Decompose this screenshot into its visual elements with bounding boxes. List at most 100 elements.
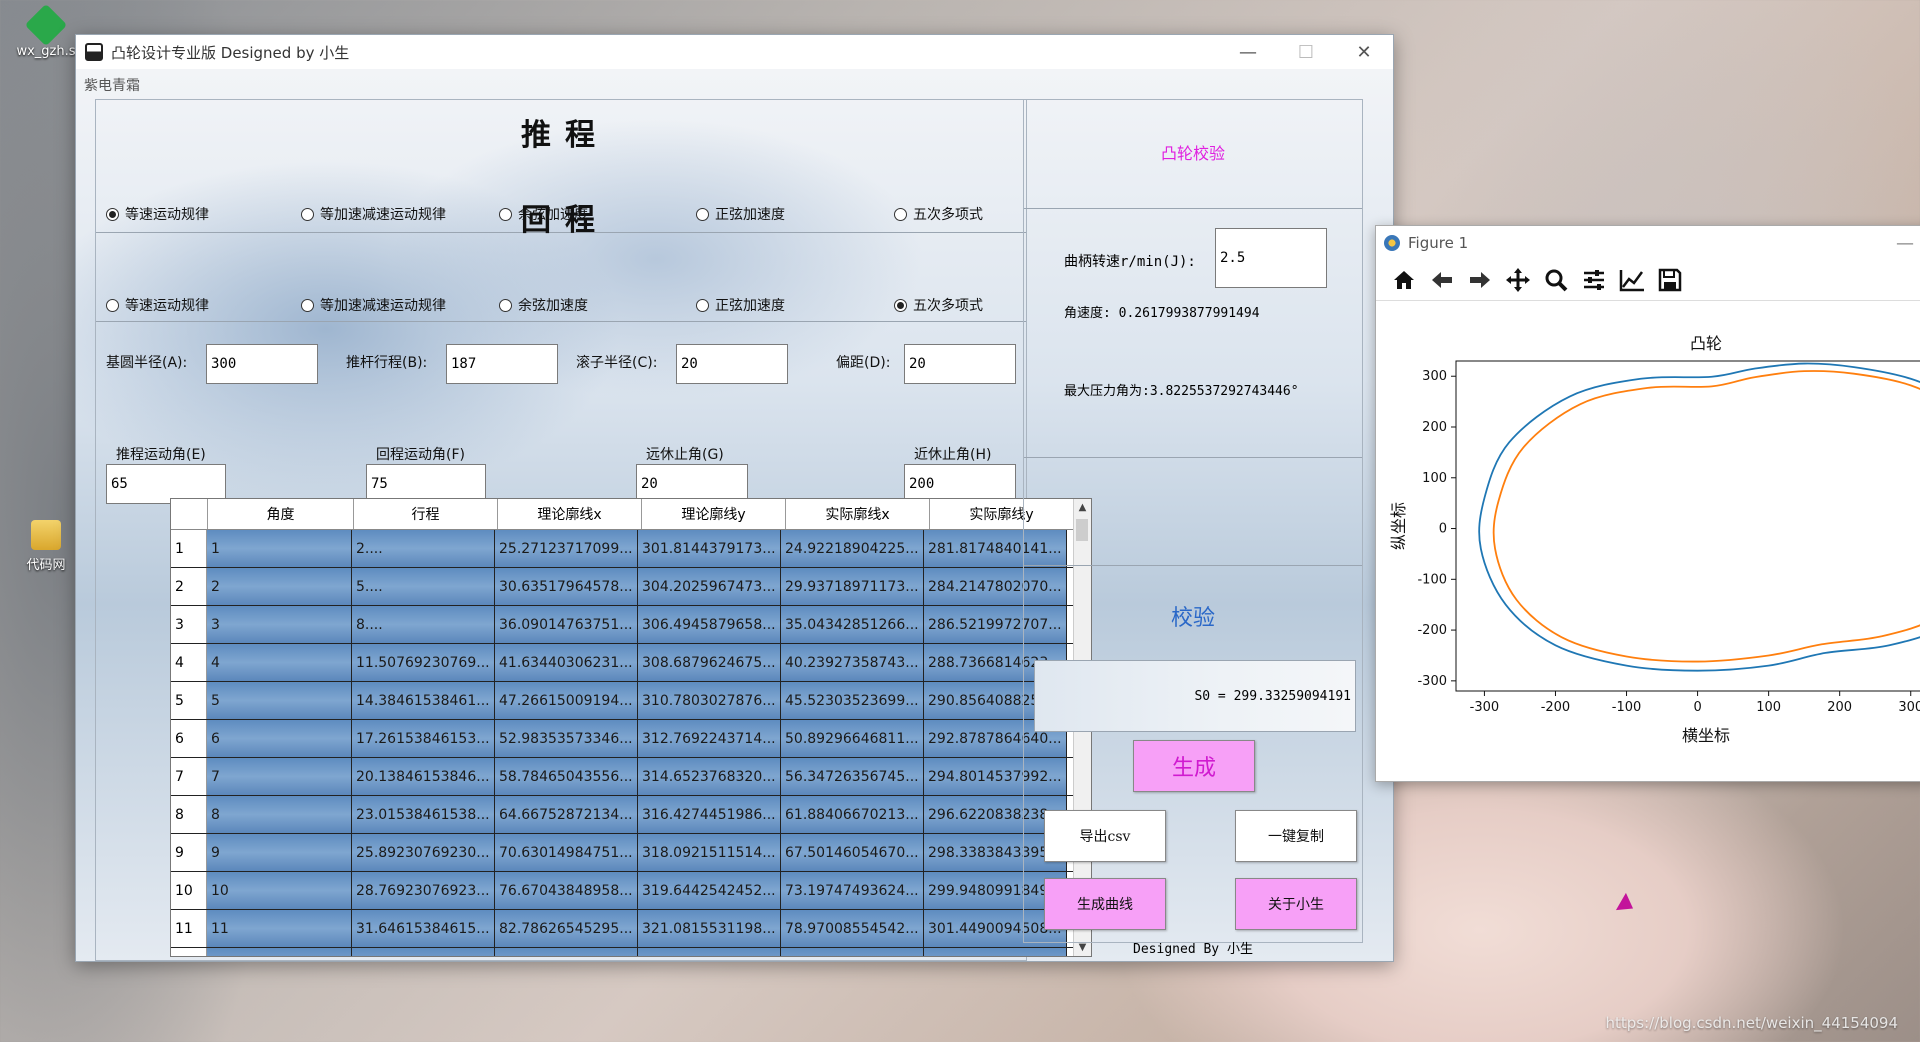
table-cell[interactable]: 2....: [352, 530, 495, 567]
table-cell[interactable]: 50.89296646811...: [781, 720, 924, 757]
table-row[interactable]: 4 4 11.50769230769... 41.63440306231... 308.…: [171, 644, 1091, 682]
table-cell[interactable]: 304.2025967473...: [638, 568, 781, 605]
table-row[interactable]: 1 1 2.... 25.27123717099... 301.8144379173..…: [171, 530, 1091, 568]
table-cell[interactable]: 3: [207, 606, 352, 643]
table-cell[interactable]: 4: [207, 644, 352, 681]
pan-icon[interactable]: [1502, 264, 1534, 296]
base-radius-input[interactable]: 300: [206, 344, 318, 384]
offset-input[interactable]: 20: [904, 344, 1016, 384]
table-cell[interactable]: 58.78465043556...: [495, 758, 638, 795]
table-row[interactable]: 11 11 31.64615384615... 82.78626545295... 32…: [171, 910, 1091, 948]
table-cell[interactable]: 88.97544840957...: [495, 948, 638, 956]
home-icon[interactable]: [1388, 264, 1420, 296]
table-cell[interactable]: 316.4274451986...: [638, 796, 781, 833]
table-cell[interactable]: 30.63517964578...: [495, 568, 638, 605]
table-cell[interactable]: 318.0921511514...: [638, 834, 781, 871]
table-cell[interactable]: 17.26153846153...: [352, 720, 495, 757]
table-cell[interactable]: 40.23927358743...: [781, 644, 924, 681]
results-table[interactable]: 角度 行程 理论廓线x 理论廓线y 实际廓线x 实际廓线y 1 1 2.... 25.…: [170, 498, 1092, 957]
table-cell[interactable]: 1: [207, 530, 352, 567]
table-cell[interactable]: 12: [207, 948, 352, 956]
table-row[interactable]: 8 8 23.01538461538... 64.66752872134... 316.…: [171, 796, 1091, 834]
table-cell[interactable]: 11: [207, 910, 352, 947]
table-cell[interactable]: 2: [207, 568, 352, 605]
table-cell[interactable]: 78.97008554542...: [781, 910, 924, 947]
table-row[interactable]: 2 2 5.... 30.63517964578... 304.2025967473..…: [171, 568, 1091, 606]
table-cell[interactable]: 308.6879624675...: [638, 644, 781, 681]
column-header[interactable]: 理论廓线x: [498, 499, 642, 529]
return-option-1[interactable]: 等加速减速运动规律: [301, 295, 446, 315]
table-cell[interactable]: 35.04342851266...: [781, 606, 924, 643]
about-button[interactable]: 关于小生: [1235, 878, 1357, 930]
table-cell[interactable]: 52.98353573346...: [495, 720, 638, 757]
forward-icon[interactable]: [1464, 264, 1496, 296]
table-cell[interactable]: 34.52307692307...: [352, 948, 495, 956]
table-cell[interactable]: 7: [207, 758, 352, 795]
table-cell[interactable]: 36.09014763751...: [495, 606, 638, 643]
column-header[interactable]: 行程: [354, 499, 498, 529]
generate-curve-button[interactable]: 生成曲线: [1044, 878, 1166, 930]
table-cell[interactable]: 8: [207, 796, 352, 833]
save-icon[interactable]: [1654, 264, 1686, 296]
table-cell[interactable]: 84.81721459322...: [781, 948, 924, 956]
table-cell[interactable]: 29.93718971173...: [781, 568, 924, 605]
push-option-1[interactable]: 等加速减速运动规律: [301, 204, 446, 224]
minimize-button[interactable]: —: [1896, 233, 1920, 254]
table-row[interactable]: 121234.52307692307...88.97544840957...32…: [171, 948, 1091, 956]
speed-input[interactable]: 2.5: [1215, 228, 1327, 288]
zoom-icon[interactable]: [1540, 264, 1572, 296]
column-header[interactable]: 角度: [208, 499, 354, 529]
column-header[interactable]: 实际廓线x: [786, 499, 930, 529]
return-option-2[interactable]: 余弦加速度: [499, 295, 588, 315]
table-cell[interactable]: 301.8144379173...: [638, 530, 781, 567]
return-option-0[interactable]: 等速运动规律: [106, 295, 209, 315]
table-row[interactable]: 6 6 17.26153846153... 52.98353573346... 312.…: [171, 720, 1091, 758]
column-header[interactable]: 理论廓线y: [642, 499, 786, 529]
table-cell[interactable]: 10: [207, 872, 352, 909]
export-csv-button[interactable]: 导出csv: [1044, 810, 1166, 862]
table-cell[interactable]: 25.27123717099...: [495, 530, 638, 567]
push-option-4[interactable]: 五次多项式: [894, 204, 983, 224]
table-row[interactable]: 10 10 28.76923076923... 76.67043848958... 31…: [171, 872, 1091, 910]
table-cell[interactable]: 14.38461538461...: [352, 682, 495, 719]
table-cell[interactable]: 20.13846153846...: [352, 758, 495, 795]
table-cell[interactable]: 319.6442542452...: [638, 872, 781, 909]
maximize-button[interactable]: ☐: [1277, 35, 1335, 69]
minimize-button[interactable]: —: [1219, 35, 1277, 69]
edit-curve-icon[interactable]: [1616, 264, 1648, 296]
figure-title-bar[interactable]: Figure 1 —: [1376, 226, 1920, 260]
table-cell[interactable]: 47.26615009194...: [495, 682, 638, 719]
stroke-input[interactable]: 187: [446, 344, 558, 384]
table-cell[interactable]: 8....: [352, 606, 495, 643]
table-cell[interactable]: 310.7803027876...: [638, 682, 781, 719]
roller-radius-input[interactable]: 20: [676, 344, 788, 384]
table-cell[interactable]: 76.67043848958...: [495, 872, 638, 909]
table-cell[interactable]: 41.63440306231...: [495, 644, 638, 681]
table-cell[interactable]: 73.19747493624...: [781, 872, 924, 909]
return-option-3[interactable]: 正弦加速度: [696, 295, 785, 315]
table-cell[interactable]: 31.64615384615...: [352, 910, 495, 947]
table-row[interactable]: 7 7 20.13846153846... 58.78465043556... 314.…: [171, 758, 1091, 796]
back-icon[interactable]: [1426, 264, 1458, 296]
table-cell[interactable]: 25.89230769230...: [352, 834, 495, 871]
table-cell[interactable]: 5: [207, 682, 352, 719]
table-cell[interactable]: 23.01538461538...: [352, 796, 495, 833]
desktop-icon-daimawang[interactable]: 代码网: [6, 520, 86, 573]
desktop-icon-wx[interactable]: wx_gzh.s: [6, 3, 86, 59]
table-cell[interactable]: 70.63014984751...: [495, 834, 638, 871]
push-option-0[interactable]: 等速运动规律: [106, 204, 209, 224]
close-button[interactable]: ✕: [1335, 35, 1393, 69]
table-cell[interactable]: 314.6523768320...: [638, 758, 781, 795]
table-cell[interactable]: 6: [207, 720, 352, 757]
table-cell[interactable]: 64.66752872134...: [495, 796, 638, 833]
table-cell[interactable]: 61.88406670213...: [781, 796, 924, 833]
table-cell[interactable]: 306.4945879658...: [638, 606, 781, 643]
copy-all-button[interactable]: 一键复制: [1235, 810, 1357, 862]
table-row[interactable]: 3 3 8.... 36.09014763751... 306.4945879658..…: [171, 606, 1091, 644]
table-row[interactable]: 9 9 25.89230769230... 70.63014984751... 318.…: [171, 834, 1091, 872]
table-cell[interactable]: 67.50146054670...: [781, 834, 924, 871]
table-cell[interactable]: 24.92218904225...: [781, 530, 924, 567]
push-option-3[interactable]: 正弦加速度: [696, 204, 785, 224]
table-row[interactable]: 5 5 14.38461538461... 47.26615009194... 310.…: [171, 682, 1091, 720]
table-cell[interactable]: 56.34726356745...: [781, 758, 924, 795]
